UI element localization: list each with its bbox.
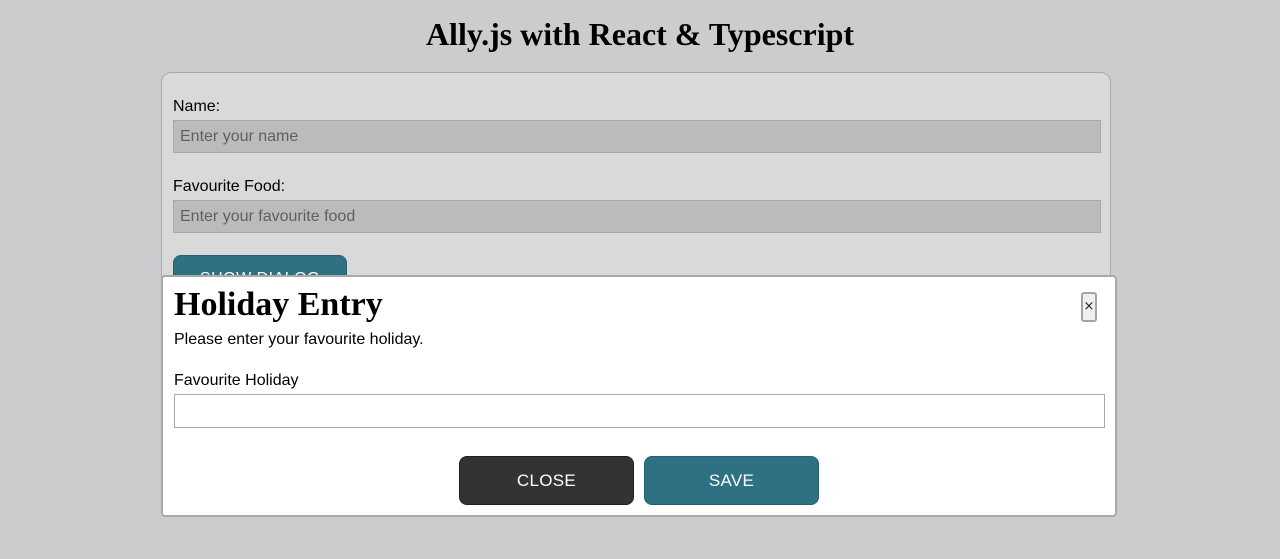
page-title: Ally.js with React & Typescript [425,16,855,52]
name-input[interactable] [173,120,1101,153]
dialog-title: Holiday Entry [174,286,383,323]
close-button[interactable]: CLOSE [459,456,634,505]
holiday-dialog: Holiday Entry × Please enter your favour… [161,275,1117,517]
dialog-close-icon[interactable]: × [1081,292,1097,322]
favourite-holiday-input[interactable] [174,394,1105,428]
favourite-food-label: Favourite Food: [173,178,286,195]
favourite-holiday-label: Favourite Holiday [174,372,299,389]
name-label: Name: [173,98,221,115]
favourite-food-input[interactable] [173,200,1101,233]
dialog-description: Please enter your favourite holiday. [174,331,424,348]
save-button[interactable]: SAVE [644,456,819,505]
